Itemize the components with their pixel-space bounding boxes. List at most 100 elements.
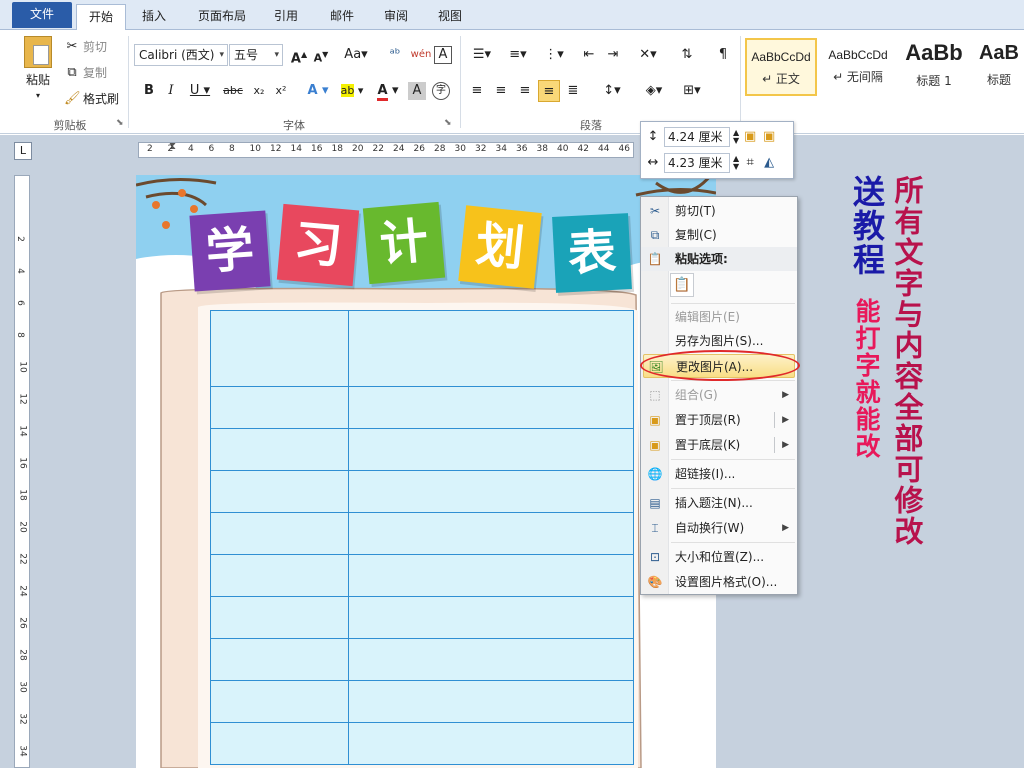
enclose-char-button[interactable]: 字	[432, 82, 450, 100]
horizontal-ruler[interactable]: ⧗ 2 2 4 6 8 10 12 14 16 18 20 22 24 26 28 30 32 34 36 38 40 4…	[138, 141, 634, 158]
table-cell[interactable]	[348, 512, 634, 555]
tab-home[interactable]: 开始	[76, 4, 126, 31]
chevron-right-icon[interactable]: ▶	[782, 433, 789, 457]
table-cell[interactable]	[348, 596, 634, 639]
table-cell[interactable]	[348, 428, 634, 471]
menu-item-insert-caption[interactable]: ▤ 插入题注(N)...	[641, 491, 797, 515]
align-center-button[interactable]: ≡	[490, 80, 512, 102]
cut-button[interactable]: ✂ 剪切	[64, 38, 107, 55]
menu-item-send-to-back[interactable]: ▣ 置于底层(K) ▶	[641, 433, 797, 457]
align-left-button[interactable]: ≡	[466, 80, 488, 102]
table-cell[interactable]	[348, 310, 634, 387]
grow-font-button[interactable]: A▲	[288, 44, 310, 66]
line-spacing-button[interactable]: ↕▾	[596, 80, 628, 102]
height-spinner[interactable]: ▲ ▼	[733, 129, 739, 145]
chevron-right-icon[interactable]: ▶	[782, 408, 789, 432]
increase-indent-button[interactable]: ⇥	[602, 44, 624, 66]
table-cell[interactable]	[348, 386, 634, 429]
table-cell[interactable]	[210, 554, 349, 597]
sort-button[interactable]: ⇅	[676, 44, 698, 66]
clear-format-icon[interactable]: ᵃᵇ	[384, 44, 406, 66]
tab-file[interactable]: 文件	[12, 2, 72, 28]
tab-review[interactable]: 审阅	[376, 4, 416, 30]
height-field[interactable]: 4.24 厘米	[664, 127, 730, 147]
paste-keep-format-button[interactable]: 📋	[670, 273, 694, 297]
superscript-button[interactable]: x²	[270, 80, 292, 102]
change-case-button[interactable]: Aa▾	[342, 44, 370, 66]
align-right-button[interactable]: ≡	[514, 80, 536, 102]
style-heading-1[interactable]: AaBb 标题 1	[898, 38, 970, 96]
phonetic-guide-icon[interactable]: wén	[410, 44, 432, 66]
tab-selector[interactable]: L	[14, 142, 32, 160]
table-cell[interactable]	[210, 722, 349, 765]
copy-button[interactable]: ⧉ 复制	[64, 64, 107, 81]
shape-fill-icon[interactable]: ◭	[761, 155, 777, 171]
table-cell[interactable]	[348, 722, 634, 765]
table-cell[interactable]	[210, 680, 349, 723]
style-no-spacing[interactable]: AaBbCcDd ↵ 无间隔	[822, 38, 894, 96]
table-cell[interactable]	[348, 680, 634, 723]
font-size-combo[interactable]: 五号 ▾	[229, 44, 283, 66]
text-effects-button[interactable]: A ▾	[302, 80, 334, 102]
tab-page-layout[interactable]: 页面布局	[188, 4, 256, 30]
bullets-button[interactable]: ☰▾	[466, 44, 498, 66]
dialog-launcher-icon[interactable]: ⬊	[444, 118, 452, 128]
tab-insert[interactable]: 插入	[134, 4, 174, 30]
font-color-button[interactable]: A ▾	[372, 80, 404, 102]
send-backward-icon[interactable]: ▣	[761, 129, 777, 145]
table-cell[interactable]	[210, 310, 349, 387]
table-cell[interactable]	[348, 470, 634, 513]
numbering-button[interactable]: ≡▾	[502, 44, 534, 66]
char-shading-button[interactable]: A	[408, 82, 426, 100]
width-spinner[interactable]: ▲ ▼	[733, 155, 739, 171]
menu-item-format-picture[interactable]: 🎨 设置图片格式(O)...	[641, 570, 797, 594]
borders-button[interactable]: ⊞▾	[676, 80, 708, 102]
font-name-combo[interactable]: Calibri (西文) ▾	[134, 44, 228, 66]
highlight-color-button[interactable]: ab ▾	[336, 80, 368, 102]
chevron-down-icon[interactable]: ▾	[36, 91, 40, 100]
table-cell[interactable]	[210, 428, 349, 471]
justify-button[interactable]: ≡	[538, 80, 560, 102]
paste-button[interactable]: 粘贴 ▾	[20, 36, 56, 100]
shading-button[interactable]: ◈▾	[638, 80, 670, 102]
style-title[interactable]: AaB 标题	[974, 38, 1024, 96]
dialog-launcher-icon[interactable]: ⬊	[116, 118, 124, 128]
menu-item-size-position[interactable]: ⊡ 大小和位置(Z)...	[641, 545, 797, 569]
document-page[interactable]: 学 习 计 划 表	[136, 175, 716, 768]
menu-item-wrap-text[interactable]: ⌶ 自动换行(W) ▶	[641, 516, 797, 540]
bold-button[interactable]: B	[138, 80, 160, 102]
table-cell[interactable]	[210, 638, 349, 681]
table-cell[interactable]	[210, 512, 349, 555]
bring-forward-icon[interactable]: ▣	[742, 129, 758, 145]
char-border-button[interactable]: A	[434, 46, 452, 64]
distributed-button[interactable]: ≣	[562, 80, 584, 102]
italic-button[interactable]: I	[160, 80, 182, 102]
ruler-tick-label: 14	[290, 144, 302, 154]
subscript-button[interactable]: x₂	[248, 80, 270, 102]
table-cell[interactable]	[210, 596, 349, 639]
menu-item-hyperlink[interactable]: 🌐 超链接(I)...	[641, 462, 797, 486]
style-normal[interactable]: AaBbCcDd ↵ 正文	[745, 38, 817, 96]
table-cell[interactable]	[210, 470, 349, 513]
table-cell[interactable]	[348, 554, 634, 597]
tab-mailings[interactable]: 邮件	[322, 4, 362, 30]
crop-icon[interactable]: ⌗	[742, 155, 758, 171]
underline-button[interactable]: U ▾	[184, 80, 216, 102]
strikethrough-button[interactable]: abc	[220, 80, 246, 102]
decrease-indent-button[interactable]: ⇤	[578, 44, 600, 66]
chinese-layout-button[interactable]: ✕▾	[632, 44, 664, 66]
format-painter-button[interactable]: 🖌 格式刷	[64, 90, 119, 107]
vertical-ruler[interactable]: 24681012141618202224262830323436	[14, 175, 30, 768]
shrink-font-button[interactable]: A▼	[310, 44, 332, 66]
tab-view[interactable]: 视图	[430, 4, 470, 30]
plan-table[interactable]	[210, 310, 634, 765]
menu-item-copy[interactable]: ⧉ 复制(C)	[641, 223, 797, 247]
multilevel-list-button[interactable]: ⋮▾	[538, 44, 570, 66]
table-cell[interactable]	[348, 638, 634, 681]
width-field[interactable]: 4.23 厘米	[664, 153, 730, 173]
show-marks-button[interactable]: ¶	[712, 44, 734, 66]
menu-item-cut[interactable]: ✂ 剪切(T)	[641, 199, 797, 223]
menu-item-bring-to-front[interactable]: ▣ 置于顶层(R) ▶	[641, 408, 797, 432]
table-cell[interactable]	[210, 386, 349, 429]
tab-references[interactable]: 引用	[266, 4, 306, 30]
